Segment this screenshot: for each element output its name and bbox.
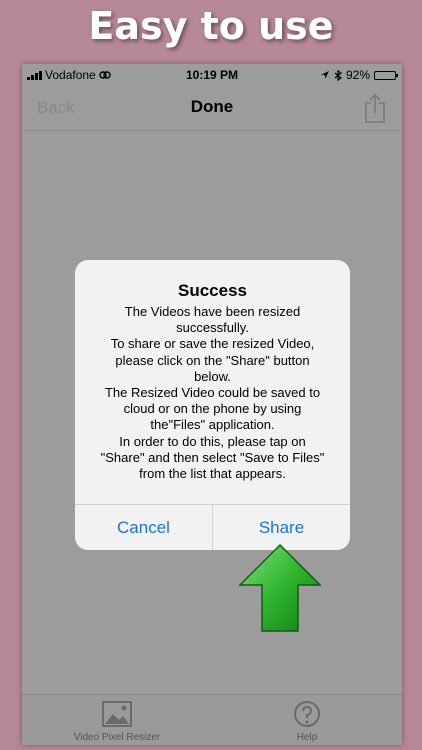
battery-percent: 92% (345, 68, 370, 82)
alert-message-line: below. (194, 368, 231, 384)
tab-label: Help (296, 732, 318, 743)
alert-message-line: The Videos have been resized (124, 304, 301, 319)
arrow-up-icon (238, 543, 322, 632)
tab-video-pixel-resizer[interactable]: Video Pixel Resizer (52, 699, 182, 743)
help-icon (294, 701, 320, 727)
alert-message-line: To share or save the resized Video, (110, 336, 315, 352)
alert-message-line: In order to do this, please tap on (119, 433, 306, 449)
nav-title: Done (190, 97, 234, 116)
banner-title: Easy to use (88, 4, 334, 48)
battery-icon (374, 70, 398, 80)
alert-message-line: cloud or on the phone by using (123, 401, 302, 417)
alert-message-line: successfully. (176, 320, 249, 336)
alert-message: The Videos have been resized successfull… (89, 304, 336, 482)
alert-message-line: "Share" and then select "Save to Files" (100, 449, 325, 465)
photo-icon (102, 701, 132, 727)
alert-message-line: from the list that appears. (139, 466, 286, 482)
alert-message-line: The Resized Video could be saved to (104, 385, 321, 401)
alert-title: Success (178, 281, 247, 300)
share-icon[interactable] (362, 92, 388, 124)
location-icon (320, 71, 329, 79)
tab-label: Video Pixel Resizer (73, 732, 161, 743)
cancel-button[interactable]: Cancel (75, 505, 212, 550)
success-alert: Success The Videos have been resized suc… (75, 260, 350, 550)
status-bar: Vodafone 10:19 PM 92% (22, 64, 402, 86)
navigation-bar: Back Done (22, 86, 402, 131)
bluetooth-icon (334, 69, 342, 81)
alert-message-line: the"Files" application. (150, 417, 275, 433)
alert-message-line: please click on the "Share" button (115, 352, 310, 368)
tab-bar: Video Pixel Resizer Help (22, 694, 402, 745)
tab-help[interactable]: Help (242, 699, 372, 743)
